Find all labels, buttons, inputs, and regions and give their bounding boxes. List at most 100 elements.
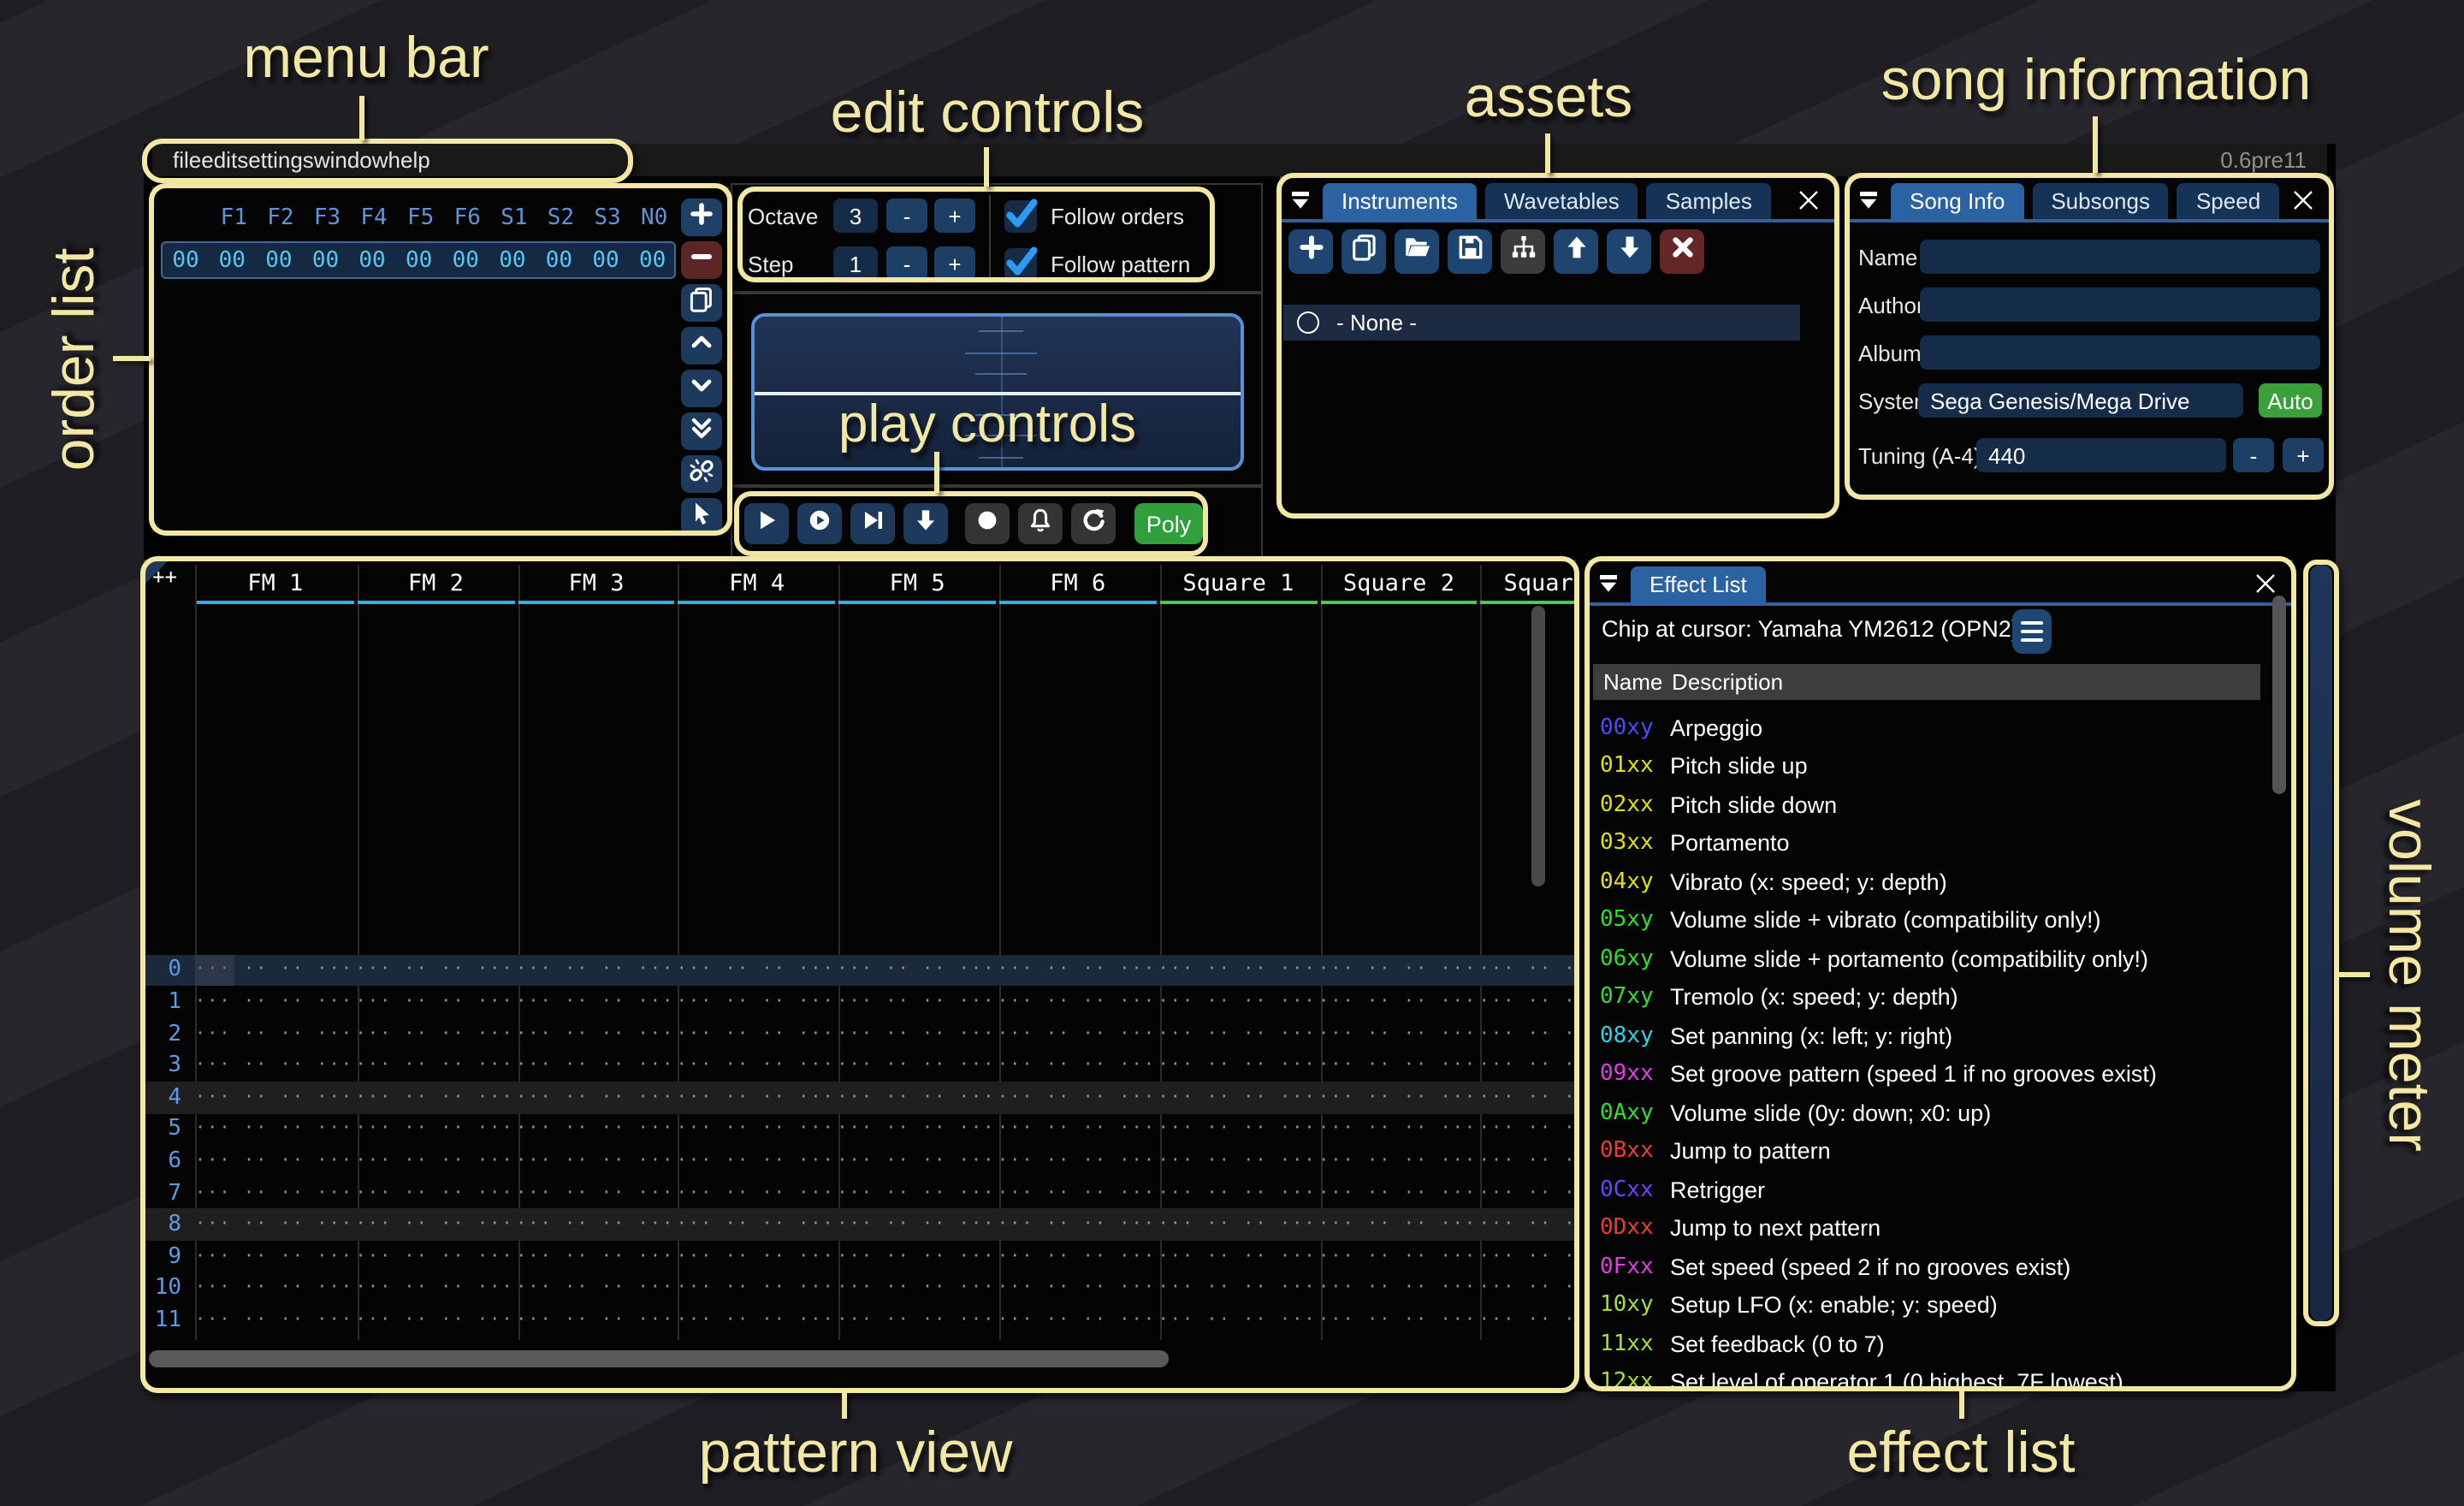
pattern-cell[interactable]: ··· ·· ·· ···· — [1479, 1311, 1576, 1330]
pattern-row[interactable]: 7 ··· ·· ·· ······· ·· ·· ······· ·· ·· … — [145, 1177, 1576, 1209]
assets-tab[interactable]: Wavetables — [1485, 183, 1638, 219]
repeat-pattern-button[interactable] — [1071, 503, 1116, 544]
song-info-tab[interactable]: Subsongs — [2032, 183, 2169, 219]
pattern-cell[interactable]: ··· ·· ·· ···· — [837, 1215, 998, 1234]
pattern-cell[interactable]: ··· ·· ·· ···· — [1158, 1311, 1319, 1330]
pattern-cell[interactable]: ··· ·· ·· ···· — [195, 993, 356, 1011]
window-menu-button[interactable] — [1595, 570, 1622, 597]
channel-header[interactable]: FM 6 — [998, 561, 1158, 604]
pattern-cell[interactable]: ··· ·· ·· ···· — [1479, 1088, 1576, 1107]
pattern-cell[interactable]: ··· ·· ·· ···· — [356, 1057, 517, 1076]
close-button[interactable] — [2254, 572, 2277, 596]
effect-row[interactable]: 02xx Pitch slide down — [1590, 786, 2291, 824]
pattern-cell[interactable]: ··· ·· ·· ···· — [1318, 1279, 1479, 1298]
order-cell[interactable]: 00 — [629, 247, 676, 273]
pattern-cell[interactable]: ··· ·· ·· ···· — [1479, 1152, 1576, 1171]
pattern-options-button[interactable]: ++ — [152, 565, 177, 589]
octave-plus-button[interactable]: + — [934, 199, 975, 233]
effect-row[interactable]: 0Dxx Jump to next pattern — [1590, 1209, 2291, 1248]
assets-tab[interactable]: Instruments — [1323, 183, 1477, 219]
pattern-cell[interactable]: ··· ·· ·· ···· — [1479, 961, 1576, 980]
pattern-cell[interactable]: ··· ·· ·· ···· — [1158, 1057, 1319, 1076]
pattern-cell[interactable]: ··· ·· ·· ···· — [516, 1215, 677, 1234]
step-down-button[interactable] — [903, 503, 948, 544]
step-plus-button[interactable]: + — [934, 246, 975, 281]
pattern-cell[interactable]: ··· ·· ·· ···· — [516, 1152, 677, 1171]
pattern-cell[interactable]: ··· ·· ·· ···· — [677, 1152, 838, 1171]
pattern-cell[interactable]: ··· ·· ·· ···· — [677, 961, 838, 980]
pattern-cell[interactable]: ··· ·· ·· ···· — [677, 1279, 838, 1298]
pattern-cell[interactable]: ··· ·· ·· ···· — [1318, 961, 1479, 980]
pattern-cell[interactable]: ··· ·· ·· ···· — [516, 1311, 677, 1330]
pattern-cell[interactable]: ··· ·· ·· ···· — [356, 1088, 517, 1107]
pattern-cell[interactable]: ··· ·· ·· ···· — [516, 1088, 677, 1107]
close-button[interactable] — [1797, 188, 1821, 212]
add-instrument-button[interactable] — [1288, 229, 1333, 274]
pattern-cell[interactable]: ··· ·· ·· ···· — [516, 1279, 677, 1298]
order-cell[interactable]: 00 — [395, 247, 442, 273]
order-cell[interactable]: 00 — [349, 247, 396, 273]
pattern-cell[interactable]: ··· ·· ·· ···· — [677, 1215, 838, 1234]
pattern-cell[interactable]: ··· ·· ·· ···· — [195, 1183, 356, 1202]
pattern-cell[interactable]: ··· ·· ·· ···· — [1158, 1215, 1319, 1234]
effect-row[interactable]: 12xx Set level of operator 1 (0 highest,… — [1590, 1363, 2291, 1388]
step-minus-button[interactable]: - — [886, 246, 927, 281]
pattern-cell[interactable]: ··· ·· ·· ···· — [195, 1311, 356, 1330]
pattern-cell[interactable]: ··· ·· ·· ···· — [516, 1024, 677, 1043]
effect-row[interactable]: 03xx Portamento — [1590, 824, 2291, 863]
order-down-button[interactable] — [681, 370, 722, 407]
pattern-cell[interactable]: ··· ·· ·· ···· — [837, 1024, 998, 1043]
order-cell[interactable]: 00 — [302, 247, 349, 273]
pattern-row[interactable]: 11 ··· ·· ·· ······· ·· ·· ······· ·· ··… — [145, 1304, 1576, 1336]
pattern-cell[interactable]: ··· ·· ·· ···· — [516, 1120, 677, 1139]
pattern-cell[interactable]: ··· ·· ·· ···· — [1318, 1311, 1479, 1330]
menu-item[interactable]: file — [173, 147, 201, 173]
pattern-cell[interactable]: ··· ·· ·· ···· — [356, 1215, 517, 1234]
pattern-cell[interactable]: ··· ·· ·· ···· — [837, 1279, 998, 1298]
pattern-cell[interactable]: ··· ·· ·· ···· — [195, 1248, 356, 1266]
pattern-cell[interactable]: ··· ·· ·· ···· — [998, 1152, 1158, 1171]
system-field[interactable]: Sega Genesis/Mega Drive — [1918, 383, 2243, 418]
pattern-cell[interactable]: ··· ·· ·· ···· — [677, 1088, 838, 1107]
channel-header[interactable]: Square 2 — [1318, 561, 1479, 604]
menu-item[interactable]: help — [388, 147, 430, 173]
pattern-cell[interactable]: ··· ·· ·· ···· — [837, 961, 998, 980]
vertical-scrollbar[interactable] — [1531, 606, 1545, 886]
effect-row[interactable]: 10xy Setup LFO (x: enable; y: speed) — [1590, 1286, 2291, 1325]
pattern-cell[interactable]: ··· ·· ·· ···· — [1479, 1215, 1576, 1234]
song-info-tab[interactable]: Speed — [2177, 183, 2279, 219]
pattern-cell[interactable]: ··· ·· ·· ···· — [837, 1088, 998, 1107]
pattern-cell[interactable]: ··· ·· ·· ···· — [1318, 1183, 1479, 1202]
pattern-row[interactable]: 1 ··· ·· ·· ······· ·· ·· ······· ·· ·· … — [145, 987, 1576, 1018]
pattern-cell[interactable]: ··· ·· ·· ···· — [1479, 1120, 1576, 1139]
effect-row[interactable]: 11xx Set feedback (0 to 7) — [1590, 1325, 2291, 1363]
pattern-cell[interactable]: ··· ·· ·· ···· — [356, 1248, 517, 1266]
system-auto-button[interactable]: Auto — [2259, 383, 2322, 418]
order-row[interactable]: 00 00000000000000000000 — [161, 241, 676, 279]
pattern-cell[interactable]: ··· ·· ·· ···· — [998, 1248, 1158, 1266]
remove-order-button[interactable] — [681, 241, 722, 279]
author-field[interactable] — [1920, 288, 2320, 322]
pattern-row[interactable]: 2 ··· ·· ·· ······· ·· ·· ······· ·· ·· … — [145, 1018, 1576, 1050]
channel-header[interactable]: FM 3 — [516, 561, 677, 604]
pattern-cell[interactable]: ··· ·· ·· ···· — [1479, 1024, 1576, 1043]
organize-instruments-button[interactable] — [1501, 229, 1545, 274]
pattern-row[interactable]: 8 ··· ·· ·· ······· ·· ·· ······· ·· ·· … — [145, 1209, 1576, 1241]
pattern-cell[interactable]: ··· ·· ·· ···· — [998, 1279, 1158, 1298]
pattern-cell[interactable]: ··· ·· ·· ···· — [1318, 1024, 1479, 1043]
open-instrument-button[interactable] — [1395, 229, 1439, 274]
pattern-cell[interactable]: ··· ·· ·· ···· — [1318, 1120, 1479, 1139]
pattern-cell[interactable]: ··· ·· ·· ···· — [1158, 1120, 1319, 1139]
pattern-cell[interactable]: ··· ·· ·· ···· — [998, 1311, 1158, 1330]
effect-list-scrollbar[interactable] — [2272, 596, 2286, 794]
assets-tab[interactable]: Samples — [1647, 183, 1771, 219]
pattern-row[interactable]: 5 ··· ·· ·· ······· ·· ·· ······· ·· ·· … — [145, 1113, 1576, 1145]
effect-row[interactable]: 04xy Vibrato (x: speed; y: depth) — [1590, 863, 2291, 901]
effect-list-tab[interactable]: Effect List — [1631, 566, 1766, 602]
delete-instrument-button[interactable] — [1660, 229, 1704, 274]
effect-row[interactable]: 0Fxx Set speed (speed 2 if no grooves ex… — [1590, 1248, 2291, 1286]
move-instrument-up-button[interactable] — [1554, 229, 1598, 274]
pattern-cell[interactable]: ··· ·· ·· ···· — [1318, 1215, 1479, 1234]
song-info-tab[interactable]: Song Info — [1891, 183, 2023, 219]
pattern-cell[interactable]: ··· ·· ·· ···· — [356, 993, 517, 1011]
